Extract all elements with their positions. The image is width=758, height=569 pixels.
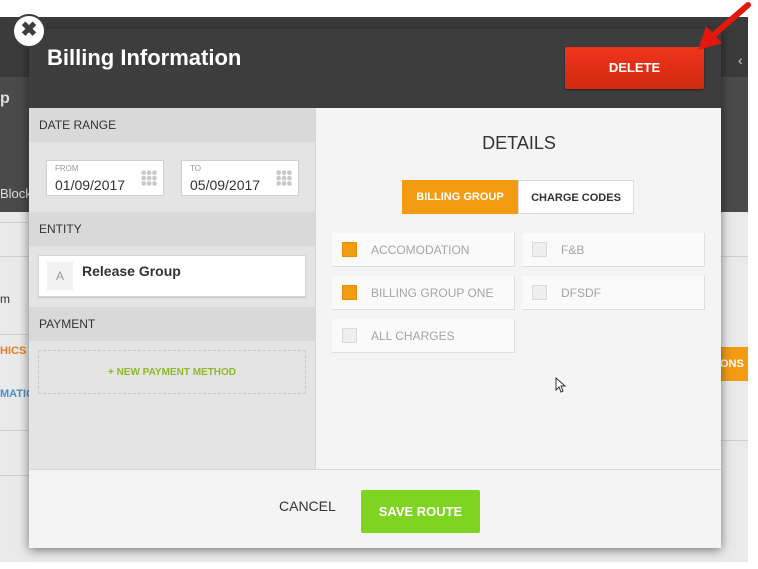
entity-type-badge: A [47, 262, 73, 290]
background-divider [0, 430, 30, 431]
tab-charge-codes[interactable]: CHARGE CODES [518, 180, 634, 214]
entity-card[interactable]: A Release Group [38, 255, 306, 297]
checkbox-unchecked[interactable] [532, 242, 547, 257]
left-pane: DATE RANGE FROM 01/09/2017 TO 05/09/2017… [29, 108, 315, 469]
option-label: BILLING GROUP ONE [371, 286, 494, 300]
to-date-label: TO [190, 164, 201, 173]
delete-button[interactable]: DELETE [565, 47, 704, 89]
checkbox-unchecked[interactable] [532, 285, 547, 300]
option-accomodation[interactable]: ACCOMODATION [332, 233, 515, 267]
from-date-field[interactable]: FROM 01/09/2017 [46, 160, 164, 196]
entity-name: Release Group [82, 263, 181, 279]
entity-header: ENTITY [29, 212, 315, 246]
new-payment-method-button[interactable]: + NEW PAYMENT METHOD [38, 350, 306, 394]
tab-billing-group[interactable]: BILLING GROUP [402, 180, 518, 214]
background-orange-button[interactable]: ONS [720, 347, 748, 381]
to-date-value: 05/09/2017 [190, 177, 261, 193]
background-right-dark [720, 77, 748, 212]
option-label: ALL CHARGES [371, 329, 455, 343]
to-date-field[interactable]: TO 05/09/2017 [181, 160, 299, 196]
background-divider [721, 440, 748, 441]
mouse-cursor-icon [555, 377, 567, 393]
from-date-value: 01/09/2017 [55, 177, 126, 193]
option-all-charges[interactable]: ALL CHARGES [332, 319, 515, 353]
payment-header: PAYMENT [29, 307, 315, 341]
dialog-header: Billing Information DELETE [29, 29, 721, 108]
close-button[interactable]: ✖ [12, 14, 46, 48]
background-divider [0, 256, 30, 257]
calendar-icon[interactable] [276, 170, 292, 186]
from-date-label: FROM [55, 164, 79, 173]
option-f-and-b[interactable]: F&B [522, 233, 705, 267]
details-pane: DETAILS BILLING GROUP CHARGE CODES ACCOM… [315, 108, 721, 469]
option-label: F&B [561, 243, 585, 257]
checkbox-unchecked[interactable] [342, 328, 357, 343]
background-link-hics[interactable]: HICS [0, 345, 26, 357]
details-title: DETAILS [482, 133, 556, 153]
background-divider [0, 222, 30, 223]
cancel-button[interactable]: CANCEL [279, 498, 336, 514]
calendar-icon[interactable] [141, 170, 157, 186]
option-label: ACCOMODATION [371, 243, 470, 257]
date-range-header: DATE RANGE [29, 108, 315, 142]
annotation-arrow-icon [698, 2, 751, 50]
dialog-title: Billing Information [47, 45, 242, 70]
save-route-button[interactable]: SAVE ROUTE [361, 490, 480, 533]
dialog-footer: CANCEL SAVE ROUTE [29, 469, 721, 548]
option-label: DFSDF [561, 286, 601, 300]
background-logo-glyph: p [0, 90, 10, 107]
background-divider [0, 475, 30, 476]
billing-information-dialog: Billing Information DELETE DATE RANGE FR… [29, 29, 721, 548]
option-dfsdf[interactable]: DFSDF [522, 276, 705, 310]
background-block-label: Block [0, 186, 32, 201]
checkbox-checked[interactable] [342, 242, 357, 257]
checkbox-checked[interactable] [342, 285, 357, 300]
background-divider [0, 334, 30, 335]
option-billing-group-one[interactable]: BILLING GROUP ONE [332, 276, 515, 310]
background-divider [721, 256, 748, 257]
background-text-m: m [0, 292, 10, 306]
